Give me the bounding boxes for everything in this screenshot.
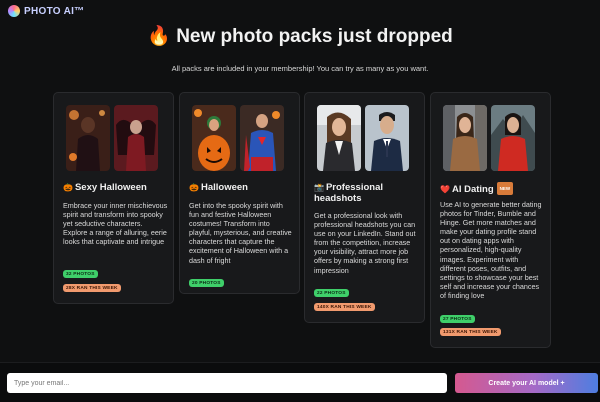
pack-description: Embrace your inner mischievous spirit an… [63, 201, 168, 247]
pack-thumbnails [192, 105, 284, 171]
pack-photo [192, 105, 236, 171]
pack-photo [317, 105, 361, 171]
pack-description: Get into the spooky spirit with fun and … [189, 201, 292, 265]
pumpkin-icon: 🎃 [189, 183, 199, 192]
pack-photo [365, 105, 409, 171]
pack-photo [491, 105, 535, 171]
pack-title-text: Halloween [200, 182, 248, 193]
headline-text: New photo packs just dropped [176, 26, 453, 47]
pack-card-halloween[interactable]: 🎃 Halloween Get into the spooky spirit wi… [179, 92, 300, 294]
pack-title: 📸 Professional headshots [314, 182, 420, 204]
pack-cards: 🎃 Sexy Halloween Embrace your inner misch… [53, 92, 553, 352]
new-badge: NEW [496, 182, 514, 195]
pumpkin-icon: 🎃 [63, 183, 73, 192]
signup-bar: Create your AI model + [0, 362, 600, 402]
pack-thumbnails [317, 105, 409, 171]
pack-title-text: Sexy Halloween [74, 182, 147, 193]
pack-title: 🎃 Sexy Halloween [63, 182, 169, 193]
pack-photo [66, 105, 110, 171]
photos-count-badge: 32 PHOTOS [63, 270, 98, 278]
pack-title-text: AI Dating [451, 184, 494, 195]
ran-count-badge: 28X RAN THIS WEEK [63, 284, 121, 292]
multicolor-ring-icon [8, 5, 20, 17]
pack-description: Use AI to generate better dating photos … [440, 200, 542, 300]
pack-photo [240, 105, 284, 171]
camera-icon: 📸 [314, 183, 324, 192]
pack-photo [114, 105, 158, 171]
photos-count-badge: 20 PHOTOS [189, 279, 224, 287]
pack-card-ai-dating[interactable]: ❤️ AI Dating NEW Use AI to generate better… [430, 92, 551, 348]
pack-title: ❤️ AI Dating NEW [440, 182, 546, 195]
brand-logo[interactable]: PHOTO AI™ [8, 5, 84, 17]
pack-card-professional-headshots[interactable]: 📸 Professional headshots Get a profession… [304, 92, 425, 323]
ran-count-badge: 140X RAN THIS WEEK [314, 303, 375, 311]
email-input[interactable] [7, 373, 447, 393]
pack-title-text: Professional headshots [314, 182, 383, 204]
pack-photo [443, 105, 487, 171]
pack-card-sexy-halloween[interactable]: 🎃 Sexy Halloween Embrace your inner misch… [53, 92, 174, 304]
ran-count-badge: 131X RAN THIS WEEK [440, 328, 501, 336]
pack-title: 🎃 Halloween [189, 182, 295, 193]
page-subtitle: All packs are included in your membershi… [171, 64, 429, 73]
heart-icon: ❤️ [440, 185, 450, 194]
pack-thumbnails [443, 105, 535, 171]
fire-icon: 🔥 [147, 26, 171, 47]
pack-description: Get a professional look with professiona… [314, 211, 416, 275]
page-headline: 🔥 New photo packs just dropped [0, 24, 600, 48]
photos-count-badge: 27 PHOTOS [440, 315, 475, 323]
photos-count-badge: 22 PHOTOS [314, 289, 349, 297]
pack-thumbnails [66, 105, 158, 171]
brand-name: PHOTO AI™ [24, 5, 85, 17]
create-ai-model-button[interactable]: Create your AI model + [455, 373, 598, 393]
